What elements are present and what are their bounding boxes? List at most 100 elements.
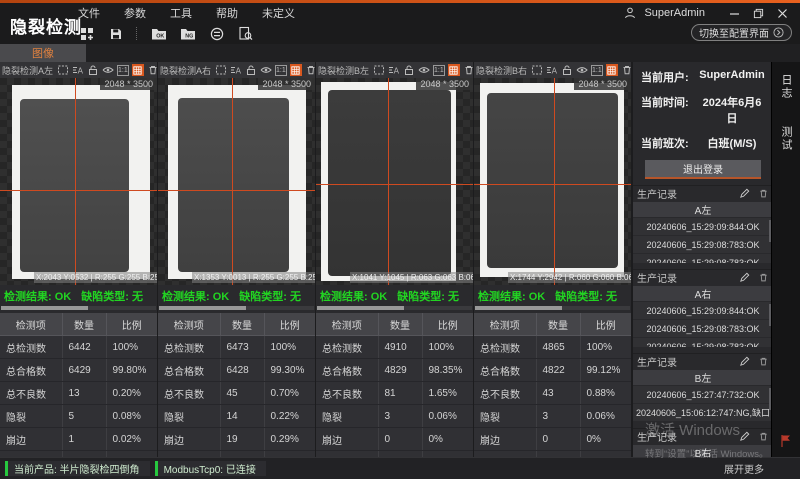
menu-file[interactable]: 文件 [78,5,100,21]
table-cell: 总不良数 [474,382,536,405]
trash-icon[interactable] [147,64,159,76]
scrollbar-thumb[interactable] [475,306,562,310]
folder-ng-icon[interactable]: NG [179,26,196,42]
expand-more-button[interactable]: 展开更多 [724,461,764,476]
info-row-shift: 当前班次: 白班(M/S) [641,135,765,151]
tab-test[interactable]: 测试 [778,126,794,152]
grid-icon[interactable] [132,64,144,76]
restore-button[interactable] [746,4,770,22]
table-cell: 隐裂 [158,405,220,428]
resolution-label: 2048 * 3500 [574,78,631,90]
trash-icon[interactable] [758,272,769,283]
table-cell: 总检测数 [474,336,536,359]
table-cell: 99.80% [106,359,157,382]
grid-icon[interactable] [448,64,460,76]
flag-icon[interactable] [779,434,793,448]
record-group-label: A左 [633,202,773,217]
pixel-info: X:2043 Y:0532 | R:255 G:255 B:255 [34,272,157,283]
record-item[interactable]: 20240606_15:06:12:747:NG,缺口 [633,404,773,422]
col-header: 检测项 [474,313,536,336]
table-cell: 总不良数 [0,382,62,405]
panel-title: 隐裂检测B左 [318,64,369,77]
trash-icon[interactable] [305,64,317,76]
col-header: 比例 [580,313,631,336]
edit-icon[interactable] [739,188,750,199]
minimize-button[interactable] [722,4,746,22]
edit-icon[interactable] [739,356,750,367]
logout-button[interactable]: 退出登录 [645,160,761,179]
image-viewport[interactable]: 2048 * 3500 X:1041 Y:1045 | R:063 G:063 … [316,78,473,285]
text-label-icon[interactable]: A [388,64,400,76]
camera-panel-b-right: 隐裂检测B右 A 1:1 2048 * 3500 X:1744 Y:2942 |… [474,62,632,458]
text-label-icon[interactable]: A [72,64,84,76]
switch-to-config-button[interactable]: 切换至配置界面 [691,24,792,41]
horizontal-scrollbar[interactable] [1,306,156,310]
section-title: 生产记录 [637,186,677,201]
edit-icon[interactable] [739,431,750,442]
record-item[interactable]: 20240606_15:29:09:844:OK [633,218,773,236]
trash-icon[interactable] [463,64,475,76]
record-item[interactable]: 20240606_15:29:08:783:OK [633,320,773,338]
menu-undefined[interactable]: 未定义 [262,5,295,21]
horizontal-scrollbar[interactable] [317,306,472,310]
eye-icon[interactable] [576,64,588,76]
eye-icon[interactable] [418,64,430,76]
image-search-icon[interactable] [237,26,254,42]
close-button[interactable] [770,4,794,22]
text-label-icon[interactable]: A [230,64,242,76]
grid-icon[interactable] [606,64,618,76]
trash-icon[interactable] [621,64,633,76]
table-row: 崩边00% [474,428,631,451]
trash-icon[interactable] [758,431,769,442]
menu-tools[interactable]: 工具 [170,5,192,21]
lock-icon[interactable] [245,64,257,76]
roi-select-icon[interactable] [57,64,69,76]
zoom-1to1-icon[interactable]: 1:1 [275,65,287,76]
col-header: 比例 [264,313,315,336]
folder-ok-icon[interactable]: OK [150,26,167,42]
table-row: 崩边190.29% [158,428,315,451]
zoom-1to1-icon[interactable]: 1:1 [433,65,445,76]
roi-select-icon[interactable] [531,64,543,76]
tab-log[interactable]: 日志 [778,74,794,100]
record-item[interactable]: 20240606_15:29:09:844:OK [633,302,773,320]
record-item[interactable]: 20240606_15:27:47:732:OK [633,386,773,404]
edit-icon[interactable] [739,272,750,283]
svg-text:A: A [236,67,242,76]
lock-icon[interactable] [561,64,573,76]
database-icon[interactable] [208,26,225,42]
section-header: 生产记录 [633,354,773,369]
image-viewport[interactable]: 2048 * 3500 X:1744 Y:2942 | R:060 G:060 … [474,78,631,285]
roi-select-icon[interactable] [373,64,385,76]
image-viewport[interactable]: 2048 * 3500 X:1353 Y:0013 | R:255 G:255 … [158,78,315,285]
image-viewport[interactable]: 2048 * 3500 X:2043 Y:0532 | R:255 G:255 … [0,78,157,285]
record-item[interactable]: 20240606_15:29:08:783:OK [633,236,773,254]
trash-icon[interactable] [758,188,769,199]
text-label-icon[interactable]: A [546,64,558,76]
layout-grid-icon[interactable] [78,26,95,42]
grid-icon[interactable] [290,64,302,76]
scrollbar-thumb[interactable] [1,306,88,310]
horizontal-scrollbar[interactable] [159,306,314,310]
record-item[interactable]: 20240606_15:29:08:783:OK [633,338,773,347]
horizontal-scrollbar[interactable] [475,306,630,310]
scrollbar-thumb[interactable] [159,306,246,310]
crosshair-horizontal [158,190,315,191]
product-cell [178,98,289,272]
menu-help[interactable]: 帮助 [216,5,238,21]
table-row: 总不良数430.88% [474,382,631,405]
record-item[interactable]: 20240606_15:29:08:783:OK [633,254,773,263]
scrollbar-thumb[interactable] [317,306,404,310]
trash-icon[interactable] [758,356,769,367]
eye-icon[interactable] [102,64,114,76]
tab-image[interactable]: 图像 [0,44,86,62]
table-cell: 总合格数 [0,359,62,382]
eye-icon[interactable] [260,64,272,76]
lock-icon[interactable] [87,64,99,76]
lock-icon[interactable] [403,64,415,76]
zoom-1to1-icon[interactable]: 1:1 [117,65,129,76]
menu-params[interactable]: 参数 [124,5,146,21]
save-icon[interactable] [107,26,124,42]
zoom-1to1-icon[interactable]: 1:1 [591,65,603,76]
roi-select-icon[interactable] [215,64,227,76]
